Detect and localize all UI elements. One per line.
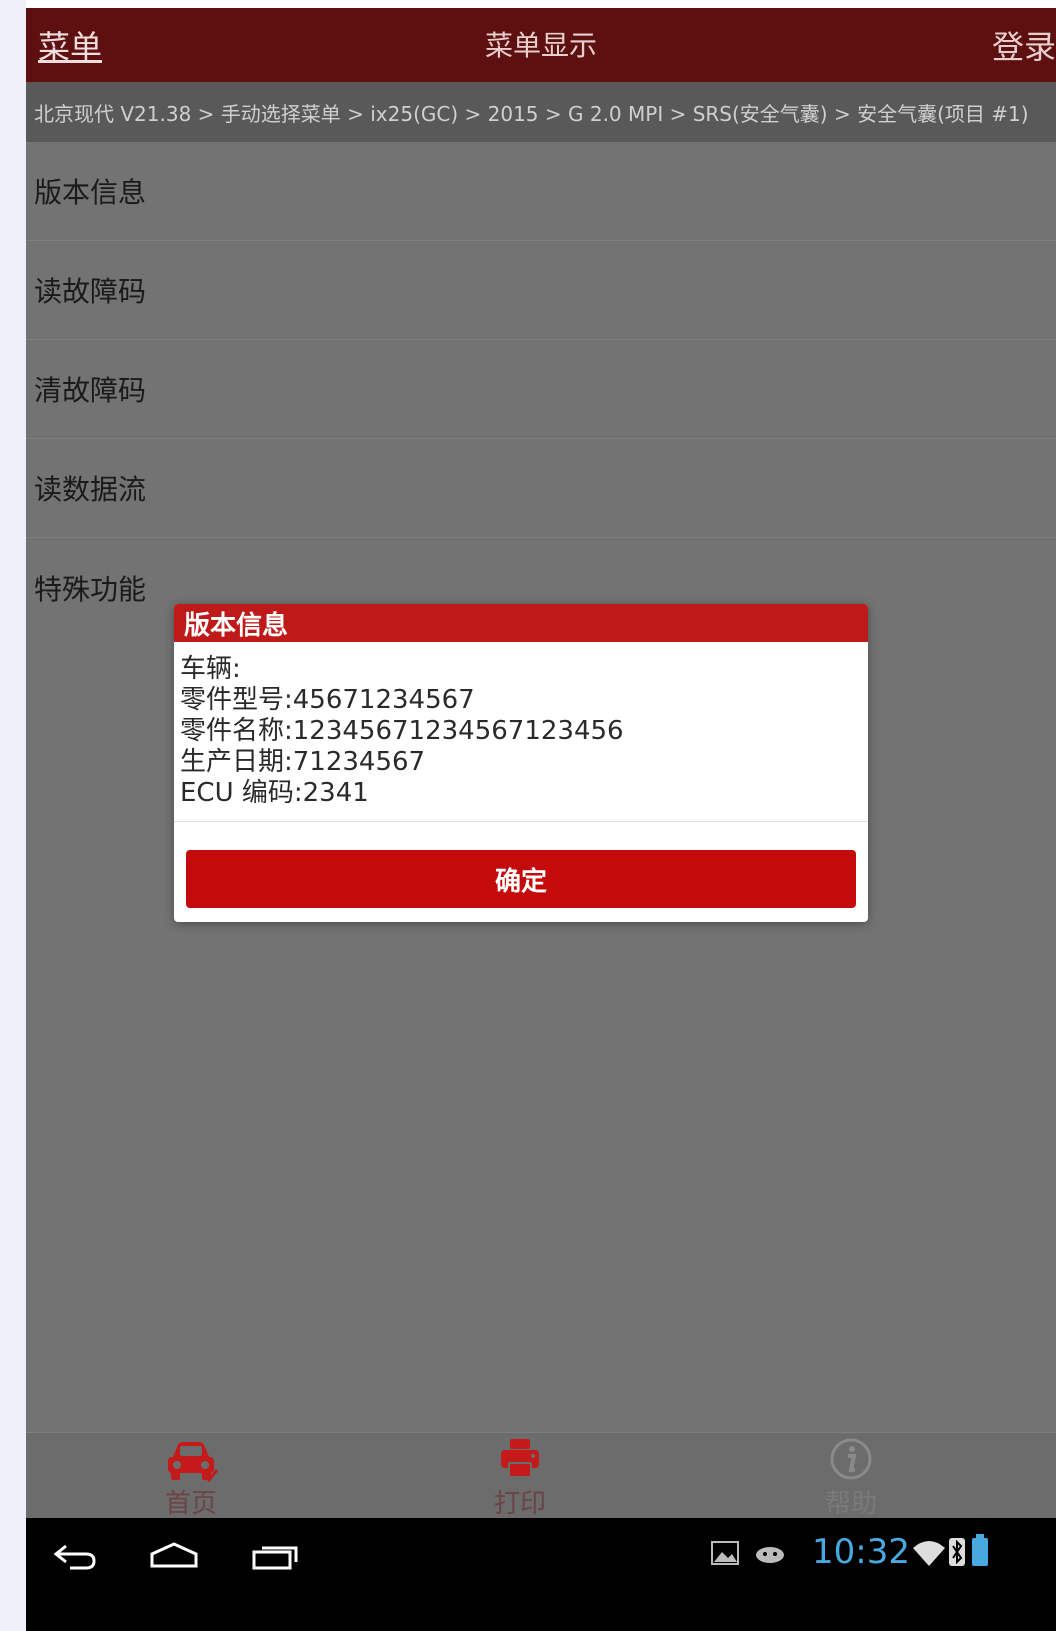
back-icon[interactable] [52,1538,100,1578]
version-info-dialog: 版本信息 车辆: 零件型号:45671234567 零件名称:123456712… [174,604,868,922]
dialog-line-part-number: 零件型号:45671234567 [180,685,475,715]
menu-item-read-dtc[interactable]: 读故障码 [26,241,1056,340]
dialog-line-vehicle: 车辆: [180,654,241,684]
dialog-line-part-name: 零件名称:12345671234567123456 [180,716,624,746]
login-button[interactable]: 登录 [992,22,1056,68]
menu-item-version-info[interactable]: 版本信息 [26,142,1056,241]
dialog-line-ecu-code: ECU 编码:2341 [180,778,369,808]
top-border [0,0,1056,8]
dialog-body: 车辆: 零件型号:45671234567 零件名称:12345671234567… [174,642,868,822]
home-label: 首页 [164,1489,217,1519]
help-button[interactable]: 帮助 [771,1433,931,1519]
breadcrumb: 北京现代 V21.38 > 手动选择菜单 > ix25(GC) > 2015 >… [26,82,1056,142]
function-menu-list: 版本信息 读故障码 清故障码 读数据流 特殊功能 [26,142,1056,637]
info-icon [829,1437,873,1485]
android-icon [754,1542,786,1568]
bluetooth-icon [948,1536,966,1572]
wifi-icon [912,1538,946,1572]
recent-apps-icon[interactable] [250,1538,302,1578]
home-button[interactable]: 首页 [111,1433,271,1519]
android-navigation-bar: 10:32 [26,1518,1056,1631]
device-screen: 菜单 菜单显示 登录 北京现代 V21.38 > 手动选择菜单 > ix25(G… [26,8,1056,1631]
print-button[interactable]: 打印 [440,1433,600,1519]
status-clock: 10:32 [812,1532,910,1572]
gallery-icon [710,1540,740,1570]
bottom-toolbar: 首页 打印 帮助 [26,1432,1056,1519]
printer-icon [498,1437,542,1485]
print-label: 打印 [493,1489,546,1519]
home-nav-icon[interactable] [148,1538,200,1578]
confirm-button[interactable]: 确定 [186,850,856,908]
menu-item-clear-dtc[interactable]: 清故障码 [26,340,1056,439]
car-icon [164,1437,219,1487]
help-label: 帮助 [824,1489,877,1519]
dialog-line-production-date: 生产日期:71234567 [180,747,426,777]
menu-item-live-data[interactable]: 读数据流 [26,439,1056,538]
battery-icon [970,1534,990,1572]
app-header: 菜单 菜单显示 登录 [26,8,1056,82]
dialog-title: 版本信息 [174,604,868,642]
page-title: 菜单显示 [484,29,597,62]
left-border [0,0,26,1631]
